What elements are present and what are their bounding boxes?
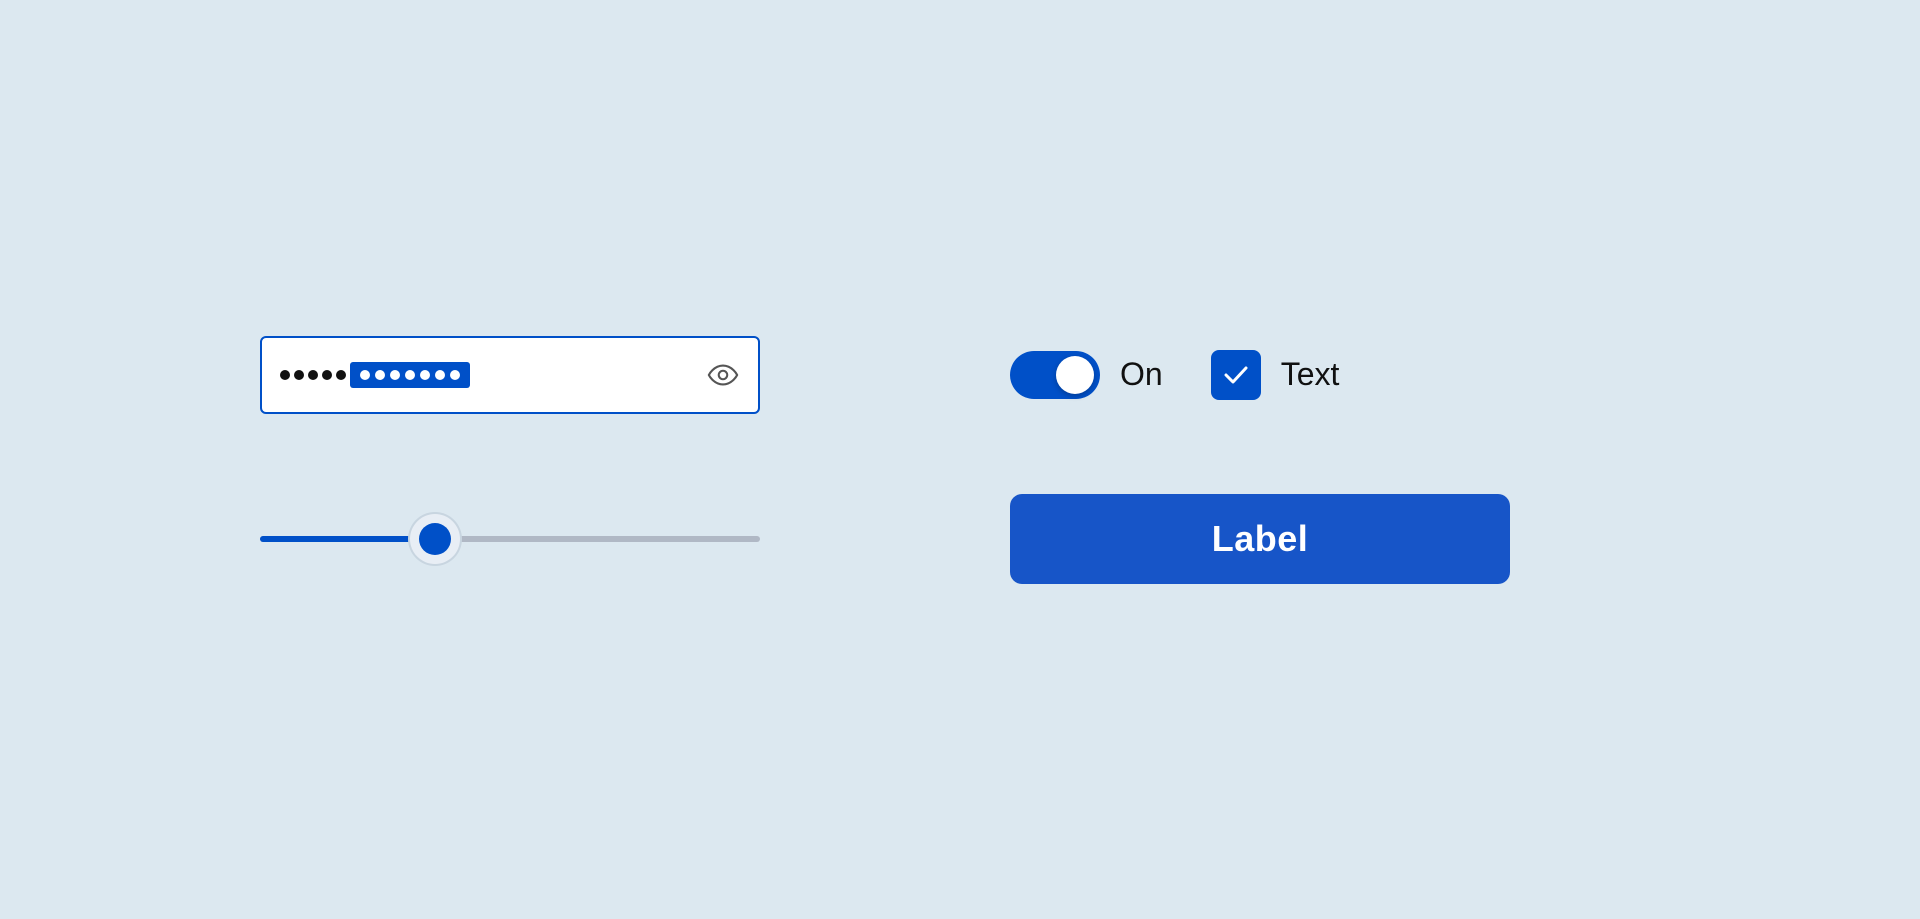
password-plain-dots xyxy=(280,370,346,380)
dot-5 xyxy=(336,370,346,380)
password-selected-dots xyxy=(350,362,470,388)
label-button[interactable]: Label xyxy=(1010,494,1510,584)
slider-thumb-wrap xyxy=(406,510,464,568)
dot-4 xyxy=(322,370,332,380)
toggle-password-visibility-button[interactable] xyxy=(706,358,740,392)
eye-icon xyxy=(706,358,740,392)
main-container: On Text Label xyxy=(260,336,1660,584)
toggle-thumb xyxy=(1056,356,1094,394)
checkbox-group: Text xyxy=(1211,350,1340,400)
dot-2 xyxy=(294,370,304,380)
toggle-group: On xyxy=(1010,351,1163,399)
sel-dot-5 xyxy=(420,370,430,380)
password-input[interactable] xyxy=(260,336,760,414)
dot-1 xyxy=(280,370,290,380)
sel-dot-7 xyxy=(450,370,460,380)
sel-dot-6 xyxy=(435,370,445,380)
slider-thumb-inner xyxy=(419,523,451,555)
controls-row: On Text xyxy=(1010,350,1660,400)
toggle-label: On xyxy=(1120,356,1163,393)
slider-container[interactable] xyxy=(260,509,760,569)
dot-3 xyxy=(308,370,318,380)
sel-dot-1 xyxy=(360,370,370,380)
slider-track xyxy=(260,536,760,542)
sel-dot-4 xyxy=(405,370,415,380)
sel-dot-2 xyxy=(375,370,385,380)
toggle-switch[interactable] xyxy=(1010,351,1100,399)
slider-thumb-outer xyxy=(410,514,460,564)
checkbox[interactable] xyxy=(1211,350,1261,400)
checkbox-label: Text xyxy=(1281,356,1340,393)
sel-dot-3 xyxy=(390,370,400,380)
checkmark-icon xyxy=(1222,361,1250,389)
